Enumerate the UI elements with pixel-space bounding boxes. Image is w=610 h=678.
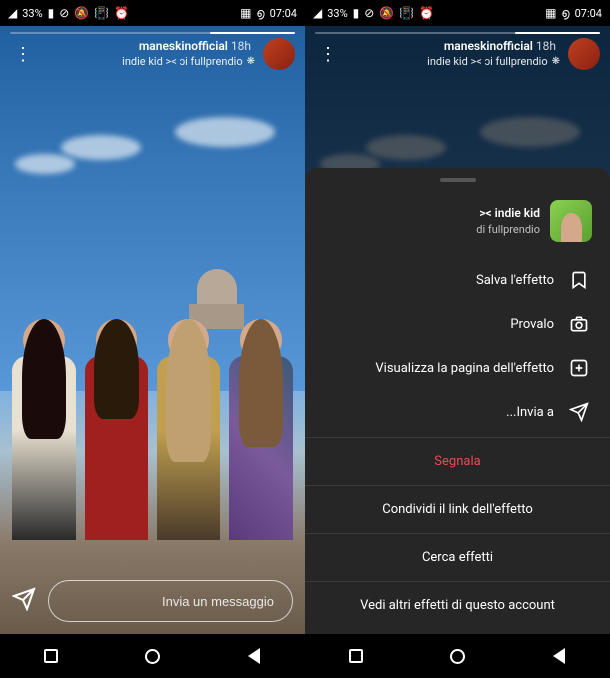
phone-right: ◢ 33% ▮ ⊘ 🔕 📳 ⏰ ▦ ൭ 07:04 xyxy=(0,0,305,678)
save-effect-item[interactable]: Salva l'effetto xyxy=(305,258,610,302)
share-link-item[interactable]: Condividi il link dell'effetto xyxy=(305,489,610,530)
effect-header[interactable]: indie kid >< di fullprendio xyxy=(305,194,610,258)
battery-icon: ▮ xyxy=(353,6,360,20)
app-icon: ൭ xyxy=(256,6,264,21)
effect-tag[interactable]: ❋ indie kid >< ɔi fullprendio xyxy=(349,55,560,69)
effect-label: indie kid >< ɔi fullprendio xyxy=(427,55,547,69)
reply-bar xyxy=(12,580,293,622)
app-icon: ▦ xyxy=(545,6,556,20)
recents-button[interactable] xyxy=(40,645,62,667)
effect-name: indie kid >< xyxy=(476,205,540,222)
alarm-icon: ⏰ xyxy=(419,6,434,20)
story-header: maneskinofficial 18h ❋ indie kid >< ɔi f… xyxy=(305,26,610,78)
item-label: Segnala xyxy=(434,454,480,469)
bookmark-icon xyxy=(568,270,590,290)
item-label: Provalo xyxy=(510,317,554,332)
effect-bottom-sheet: indie kid >< di fullprendio Salva l'effe… xyxy=(305,168,610,634)
username[interactable]: maneskinofficial xyxy=(444,39,533,53)
divider xyxy=(305,533,610,534)
back-button[interactable] xyxy=(243,645,265,667)
home-button[interactable] xyxy=(446,645,468,667)
try-effect-item[interactable]: Provalo xyxy=(305,302,610,346)
item-label: Salva l'effetto xyxy=(476,273,554,288)
view-page-item[interactable]: Visualizza la pagina dell'effetto xyxy=(305,346,610,390)
add-square-icon xyxy=(568,358,590,378)
more-menu-icon[interactable]: ⋮ xyxy=(315,40,341,69)
avatar[interactable] xyxy=(263,38,295,70)
send-to-item[interactable]: Invia a... xyxy=(305,390,610,434)
story-time: 18h xyxy=(536,39,556,53)
android-nav-bar xyxy=(305,634,610,678)
wifi-off-icon: ⊘ xyxy=(364,6,374,20)
battery-text: 33% xyxy=(22,7,42,20)
more-menu-icon[interactable]: ⋮ xyxy=(10,40,36,69)
clock: 07:04 xyxy=(575,7,602,20)
signal-icon: ◢ xyxy=(313,6,322,20)
vibrate-icon: 📳 xyxy=(94,6,109,20)
send-icon[interactable] xyxy=(12,587,36,616)
item-label: Visualizza la pagina dell'effetto xyxy=(375,361,554,376)
signal-icon: ◢ xyxy=(8,6,17,20)
alarm-icon: ⏰ xyxy=(114,6,129,20)
sparkle-icon: ❋ xyxy=(247,55,255,68)
vibrate-icon: 📳 xyxy=(399,6,414,20)
effect-label: indie kid >< ɔi fullprendio xyxy=(122,55,242,69)
avatar[interactable] xyxy=(568,38,600,70)
camera-icon xyxy=(568,314,590,334)
story-viewport[interactable]: maneskinofficial 18h ❋ indie kid >< ɔi f… xyxy=(305,26,610,634)
divider xyxy=(305,437,610,438)
effect-tag[interactable]: ❋ indie kid >< ɔi fullprendio xyxy=(44,55,255,69)
back-button[interactable] xyxy=(548,645,570,667)
item-label: Invia a... xyxy=(506,405,554,420)
dnd-icon: 🔕 xyxy=(379,6,394,20)
battery-text: 33% xyxy=(327,7,347,20)
app-icon: ൭ xyxy=(561,6,569,21)
battery-icon: ▮ xyxy=(48,6,55,20)
story-header: maneskinofficial 18h ❋ indie kid >< ɔi f… xyxy=(0,26,305,78)
report-item[interactable]: Segnala xyxy=(305,441,610,482)
item-label: Vedi altri effetti di questo account xyxy=(360,598,555,613)
sheet-handle[interactable] xyxy=(440,178,476,182)
home-button[interactable] xyxy=(141,645,163,667)
search-effects-item[interactable]: Cerca effetti xyxy=(305,537,610,578)
status-bar: ◢ 33% ▮ ⊘ 🔕 📳 ⏰ ▦ ൭ 07:04 xyxy=(0,0,305,26)
divider xyxy=(305,581,610,582)
status-bar: ◢ 33% ▮ ⊘ 🔕 📳 ⏰ ▦ ൭ 07:04 xyxy=(305,0,610,26)
clock: 07:04 xyxy=(270,7,297,20)
wifi-off-icon: ⊘ xyxy=(59,6,69,20)
recents-button[interactable] xyxy=(345,645,367,667)
effect-thumbnail xyxy=(550,200,592,242)
phone-left: ◢ 33% ▮ ⊘ 🔕 📳 ⏰ ▦ ൭ 07:04 xyxy=(305,0,610,678)
more-from-account-item[interactable]: Vedi altri effetti di questo account xyxy=(305,585,610,626)
item-label: Cerca effetti xyxy=(422,550,493,565)
send-icon xyxy=(568,402,590,422)
divider xyxy=(305,485,610,486)
username[interactable]: maneskinofficial xyxy=(139,39,228,53)
item-label: Condividi il link dell'effetto xyxy=(382,502,533,517)
dnd-icon: 🔕 xyxy=(74,6,89,20)
story-time: 18h xyxy=(231,39,251,53)
story-viewport[interactable]: maneskinofficial 18h ❋ indie kid >< ɔi f… xyxy=(0,26,305,634)
sparkle-icon: ❋ xyxy=(552,55,560,68)
effect-author: di fullprendio xyxy=(476,222,540,237)
app-icon: ▦ xyxy=(240,6,251,20)
reply-input[interactable] xyxy=(48,580,293,622)
android-nav-bar xyxy=(0,634,305,678)
